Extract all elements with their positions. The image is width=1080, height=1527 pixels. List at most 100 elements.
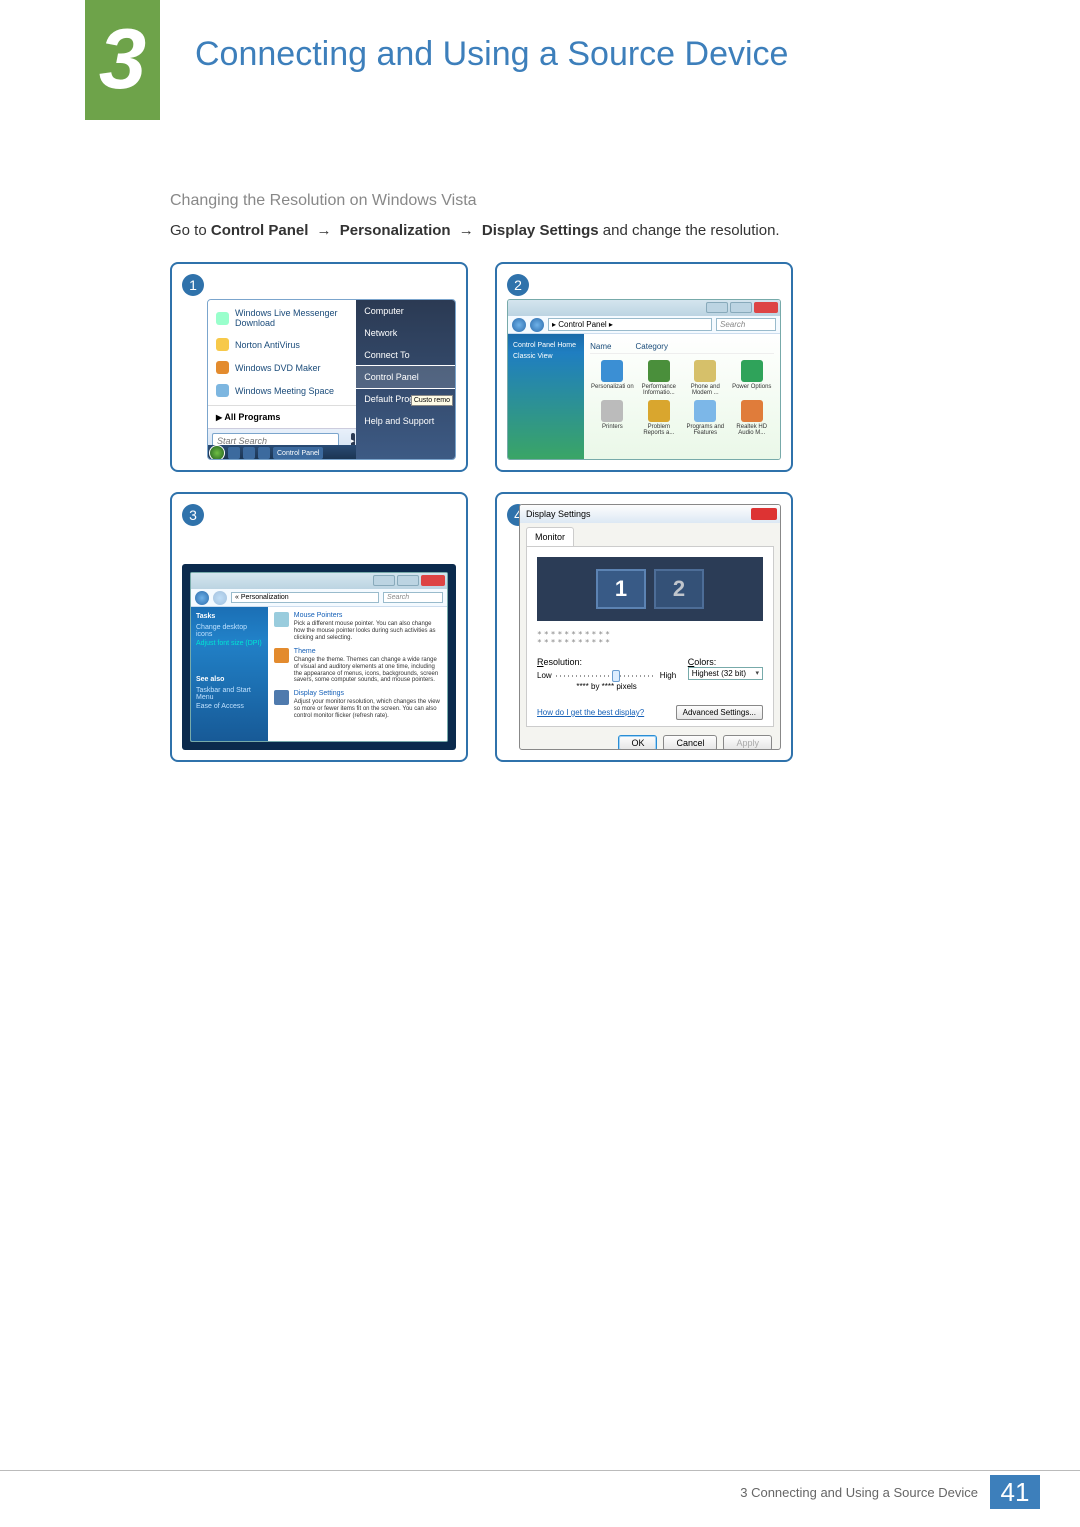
cp-item[interactable]: Power Options [730, 360, 774, 397]
control-panel-sidebar: Control Panel Home Classic View [508, 334, 584, 459]
cp-item[interactable]: Phone and Modem ... [683, 360, 727, 397]
start-item-label: Windows Live Messenger Download [235, 308, 348, 328]
window-titlebar [508, 300, 780, 316]
task-link[interactable]: Adjust font size (DPI) [196, 639, 263, 648]
personalization-frame: « Personalization Search Tasks Change de… [182, 564, 456, 750]
personalization-icon [601, 360, 623, 382]
cp-item-label: Phone and Modem ... [683, 384, 727, 397]
cp-item-label: Realtek HD Audio M... [730, 424, 774, 437]
nav-forward-icon[interactable] [530, 318, 544, 332]
start-item[interactable]: Windows DVD Maker [208, 356, 356, 379]
all-programs-button[interactable]: All Programs [208, 405, 356, 428]
instruction-path-1: Control Panel [211, 222, 309, 239]
monitor-preview: 1 2 [537, 557, 763, 621]
minimize-icon[interactable] [373, 575, 395, 586]
cp-item[interactable]: Programs and Features [683, 400, 727, 437]
chapter-number: 3 [99, 11, 146, 109]
instruction-text: Go to Control Panel → Personalization → … [170, 222, 780, 239]
cp-item-label: Power Options [730, 384, 774, 390]
task-link[interactable]: Change desktop icons [196, 623, 263, 639]
start-item[interactable]: Norton AntiVirus [208, 333, 356, 356]
display-settings-dialog: Display Settings Monitor 1 2 ***********… [519, 504, 781, 750]
colors-select[interactable]: Highest (32 bit) [688, 667, 763, 680]
maximize-icon[interactable] [730, 302, 752, 313]
cp-item-label: Printers [590, 424, 634, 430]
start-right-item[interactable]: Connect To [356, 344, 455, 366]
cp-item-label: Personalizati on [590, 384, 634, 390]
taskbar-icon[interactable] [258, 447, 270, 459]
breadcrumb[interactable]: ▸ Control Panel ▸ [548, 318, 712, 331]
cancel-button[interactable]: Cancel [663, 735, 717, 750]
tooltip: Custo remo [411, 395, 453, 406]
start-right-list: Computer Network Connect To Control Pane… [356, 300, 455, 432]
see-also-heading: See also [196, 676, 263, 683]
help-link[interactable]: How do I get the best display? [537, 708, 644, 717]
start-item[interactable]: Windows Live Messenger Download [208, 303, 356, 333]
apply-button[interactable]: Apply [723, 735, 772, 750]
taskbar-icon[interactable] [228, 447, 240, 459]
breadcrumb[interactable]: « Personalization [231, 592, 379, 603]
close-icon[interactable] [751, 508, 777, 520]
column-category[interactable]: Category [636, 342, 668, 351]
resolution-slider[interactable]: Low High [537, 671, 676, 680]
instruction-pre: Go to [170, 222, 211, 239]
search-input[interactable]: Search [716, 318, 776, 331]
sidebar-link-home[interactable]: Control Panel Home [513, 340, 579, 351]
maximize-icon[interactable] [397, 575, 419, 586]
window-titlebar [191, 573, 447, 589]
start-right-item[interactable]: Help and Support [356, 410, 455, 432]
cp-item-label: Performance Informatio... [637, 384, 681, 397]
close-icon[interactable] [421, 575, 445, 586]
close-icon[interactable] [754, 302, 778, 313]
cp-item[interactable]: Printers [590, 400, 634, 437]
step-3-card: 3 « Personalization Search Tasks Change … [170, 492, 468, 762]
start-item[interactable]: Windows Meeting Space [208, 379, 356, 402]
tab-monitor[interactable]: Monitor [526, 527, 574, 546]
column-name[interactable]: Name [590, 342, 611, 351]
ok-button[interactable]: OK [618, 735, 657, 750]
programs-icon [694, 400, 716, 422]
monitor-1[interactable]: 1 [596, 569, 646, 609]
start-menu-left: Windows Live Messenger Download Norton A… [208, 300, 356, 459]
resolution-block: RResolution:esolution: Low High **** by … [537, 657, 676, 691]
see-also-link[interactable]: Taskbar and Start Menu [196, 686, 263, 702]
cp-item[interactable]: Problem Reports a... [637, 400, 681, 437]
instruction-path-2: Personalization [340, 222, 451, 239]
mouse-pointer-icon [274, 612, 289, 627]
nav-back-icon[interactable] [195, 591, 209, 605]
advanced-settings-button[interactable]: Advanced Settings... [676, 705, 763, 720]
slider-thumb[interactable] [612, 670, 620, 682]
option-mouse-pointers[interactable]: Mouse Pointers Pick a different mouse po… [274, 612, 441, 642]
cp-item-personalization[interactable]: Personalizati on [590, 360, 634, 397]
cp-item[interactable]: Realtek HD Audio M... [730, 400, 774, 437]
dvd-maker-icon [216, 361, 229, 374]
tab-strip: Monitor [520, 523, 780, 546]
start-item-label: Norton AntiVirus [235, 340, 300, 350]
start-item-label: Windows Meeting Space [235, 386, 334, 396]
problem-reports-icon [648, 400, 670, 422]
monitor-2[interactable]: 2 [654, 569, 704, 609]
start-programs-list: Windows Live Messenger Download Norton A… [208, 300, 356, 405]
sidebar-link-classic-view[interactable]: Classic View [513, 351, 579, 362]
dialog-body: 1 2 *********** *********** RResolution:… [526, 546, 774, 727]
start-right-item-control-panel[interactable]: Control Panel [356, 366, 455, 388]
start-right-item[interactable]: Computer [356, 300, 455, 322]
step-badge-1: 1 [182, 274, 204, 296]
start-orb-icon[interactable] [209, 445, 225, 460]
search-input[interactable]: Search [383, 592, 443, 603]
resolution-value: **** by **** pixels [537, 682, 676, 691]
see-also-link[interactable]: Ease of Access [196, 702, 263, 711]
phone-modem-icon [694, 360, 716, 382]
column-headers: Name Category [590, 340, 774, 354]
option-display-settings[interactable]: Display Settings Adjust your monitor res… [274, 690, 441, 720]
step-badge-3: 3 [182, 504, 204, 526]
taskbar-icon[interactable] [243, 447, 255, 459]
nav-forward-icon[interactable] [213, 591, 227, 605]
minimize-icon[interactable] [706, 302, 728, 313]
meeting-space-icon [216, 384, 229, 397]
start-right-item[interactable]: Network [356, 322, 455, 344]
nav-back-icon[interactable] [512, 318, 526, 332]
taskbar-button[interactable]: Control Panel [273, 447, 323, 459]
option-theme[interactable]: Theme Change the theme. Themes can chang… [274, 648, 441, 685]
cp-item[interactable]: Performance Informatio... [637, 360, 681, 397]
